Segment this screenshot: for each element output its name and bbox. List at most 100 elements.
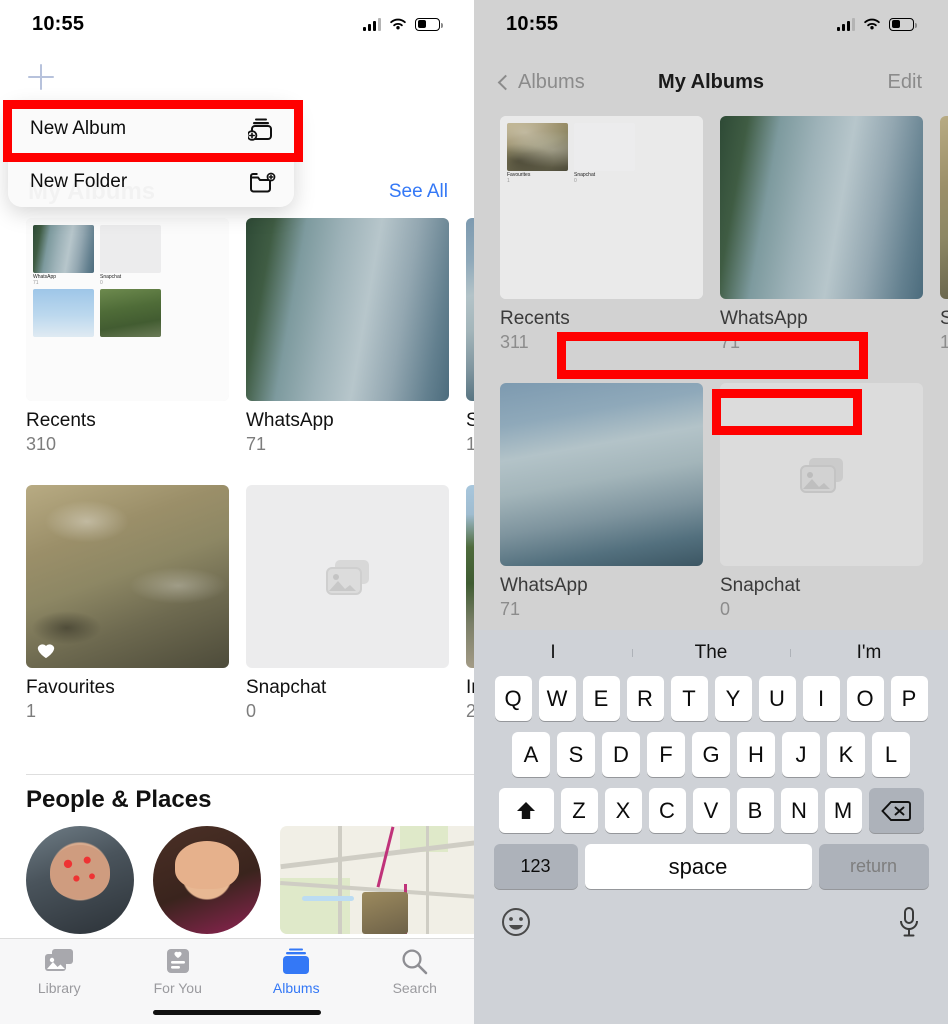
- tab-albums[interactable]: Albums: [237, 947, 356, 996]
- album-tile-recents[interactable]: Favourites 1 Snapchat 0 Recents 311: [500, 116, 703, 353]
- places-map-card[interactable]: [280, 826, 474, 934]
- photo-placeholder-icon: [720, 383, 923, 566]
- album-name: WhatsApp: [720, 308, 808, 329]
- prediction-item[interactable]: I'm: [790, 642, 948, 664]
- cellular-bars-icon: [363, 17, 381, 31]
- key-b[interactable]: B: [736, 788, 774, 833]
- album-tile-whatsapp[interactable]: WhatsApp 71: [720, 116, 923, 353]
- keyboard-row-2: A S D F G H J K L: [474, 732, 948, 777]
- album-tile-sixth[interactable]: In 2: [466, 485, 474, 722]
- album-tile-snapchat[interactable]: Snapchat 0: [720, 383, 923, 620]
- key-x[interactable]: X: [604, 788, 642, 833]
- key-j[interactable]: J: [782, 732, 820, 777]
- key-d[interactable]: D: [602, 732, 640, 777]
- key-z[interactable]: Z: [560, 788, 598, 833]
- albums-row: WhatsApp 71 Snapchat 0: [500, 383, 948, 620]
- edit-button[interactable]: Edit: [888, 71, 922, 94]
- numbers-key[interactable]: 123: [493, 844, 578, 889]
- albums-grid-left: WhatsApp 71 Snapchat 0 Recents 310 Whats…: [26, 218, 474, 732]
- album-count: 71: [720, 332, 741, 352]
- album-count: 71: [500, 599, 521, 619]
- albums-row: Favourites 1 Snapchat 0 I 2: [26, 485, 474, 722]
- return-key[interactable]: return: [818, 844, 929, 889]
- space-key[interactable]: space: [584, 844, 812, 889]
- battery-low-icon: [889, 17, 917, 31]
- key-l[interactable]: L: [872, 732, 910, 777]
- album-name: Favourites: [26, 677, 115, 698]
- dictation-key[interactable]: [896, 906, 922, 943]
- tab-for-you[interactable]: For You: [119, 947, 238, 996]
- album-tile-recents[interactable]: WhatsApp 71 Snapchat 0 Recents 310: [26, 218, 229, 455]
- key-h[interactable]: H: [737, 732, 775, 777]
- album-thumbnail: [466, 485, 474, 668]
- key-a[interactable]: A: [512, 732, 550, 777]
- keyboard-row-1: Q W E R T Y U I O P: [474, 676, 948, 721]
- album-thumbnail: [720, 383, 923, 566]
- microphone-icon: [900, 907, 918, 937]
- tab-label: Library: [37, 980, 81, 996]
- menu-item-new-album[interactable]: New Album: [8, 103, 294, 155]
- album-count: 71: [246, 434, 267, 454]
- tab-search[interactable]: Search: [356, 947, 475, 996]
- albums-row: WhatsApp 71 Snapchat 0 Recents 310 Whats…: [26, 218, 474, 455]
- key-y[interactable]: Y: [714, 676, 752, 721]
- album-thumbnail: [466, 218, 474, 401]
- key-g[interactable]: G: [692, 732, 730, 777]
- album-count: 1: [940, 332, 948, 352]
- mini-count: 1: [507, 178, 510, 184]
- album-thumbnail: [500, 383, 703, 566]
- key-t[interactable]: T: [670, 676, 708, 721]
- album-count: 311: [500, 332, 529, 352]
- right-phone-screen: 10:55 Albums My Albums Edit Favourites 1…: [474, 0, 948, 1024]
- backspace-key[interactable]: [868, 788, 924, 833]
- album-tile-snapchat[interactable]: Snapchat 0: [246, 485, 449, 722]
- tab-label: Search: [392, 980, 437, 996]
- album-count: 10: [466, 434, 474, 454]
- for-you-icon: [165, 947, 191, 975]
- key-i[interactable]: I: [802, 676, 840, 721]
- keyboard-bottom-row: [474, 900, 948, 943]
- see-all-link[interactable]: See All: [389, 181, 448, 203]
- key-q[interactable]: Q: [494, 676, 532, 721]
- album-thumbnail: Favourites 1 Snapchat 0: [500, 116, 703, 299]
- key-s[interactable]: S: [557, 732, 595, 777]
- album-tile-third[interactable]: S 1: [940, 116, 948, 353]
- key-f[interactable]: F: [647, 732, 685, 777]
- album-tile-favourites[interactable]: Favourites 1: [26, 485, 229, 722]
- key-c[interactable]: C: [648, 788, 686, 833]
- prediction-item[interactable]: The: [632, 642, 790, 664]
- person-avatar[interactable]: [26, 826, 134, 934]
- key-n[interactable]: N: [780, 788, 818, 833]
- key-m[interactable]: M: [824, 788, 862, 833]
- shift-key[interactable]: [498, 788, 554, 833]
- predictive-text-bar: I The I'm: [474, 630, 948, 676]
- album-count: 310: [26, 434, 57, 454]
- prediction-item[interactable]: I: [474, 642, 632, 664]
- people-places-row: [26, 826, 474, 934]
- album-tile-third[interactable]: S 10: [466, 218, 474, 455]
- menu-item-new-folder[interactable]: New Folder: [8, 155, 294, 207]
- key-w[interactable]: W: [538, 676, 576, 721]
- albums-grid-right: Favourites 1 Snapchat 0 Recents 311 What…: [500, 116, 948, 630]
- add-album-button[interactable]: [28, 64, 54, 90]
- key-e[interactable]: E: [582, 676, 620, 721]
- album-tile-whatsapp[interactable]: WhatsApp 71: [246, 218, 449, 455]
- album-name: Recents: [500, 308, 570, 329]
- wifi-icon: [864, 18, 880, 29]
- key-o[interactable]: O: [846, 676, 884, 721]
- tab-label: For You: [153, 980, 202, 996]
- album-tile-whatsapp-2[interactable]: WhatsApp 71: [500, 383, 703, 620]
- key-u[interactable]: U: [758, 676, 796, 721]
- on-screen-keyboard: I The I'm Q W E R T Y U I O P A S D F G …: [474, 630, 948, 1024]
- key-v[interactable]: V: [692, 788, 730, 833]
- albums-row: Favourites 1 Snapchat 0 Recents 311 What…: [500, 116, 948, 353]
- person-avatar[interactable]: [153, 826, 261, 934]
- key-k[interactable]: K: [827, 732, 865, 777]
- tab-library[interactable]: Library: [0, 947, 119, 996]
- key-p[interactable]: P: [890, 676, 928, 721]
- album-name: WhatsApp: [500, 575, 588, 596]
- key-r[interactable]: R: [626, 676, 664, 721]
- emoji-key[interactable]: [500, 906, 532, 943]
- backspace-icon: [881, 800, 911, 821]
- mini-count: 71: [33, 280, 39, 286]
